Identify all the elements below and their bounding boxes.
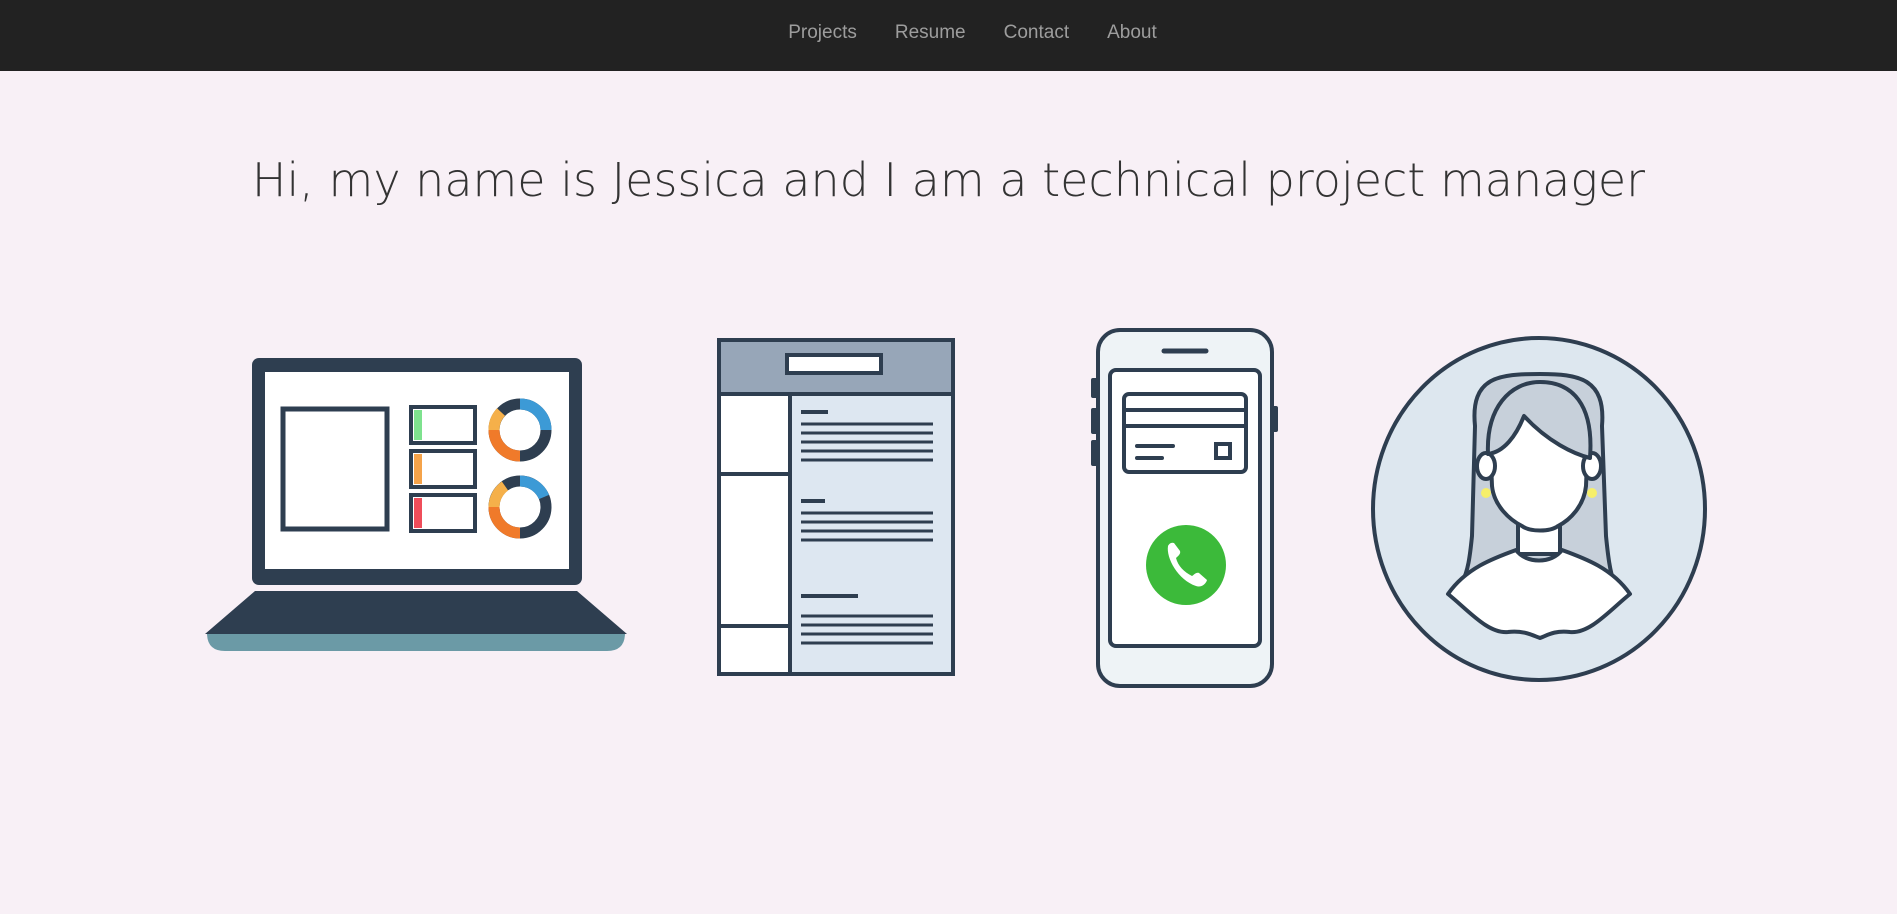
nav-link-about[interactable]: About (1107, 22, 1157, 44)
contact-tile[interactable] (1088, 326, 1278, 690)
nav-link-projects[interactable]: Projects (788, 22, 857, 44)
projects-tile[interactable] (205, 355, 629, 651)
nav-links: Projects Resume Contact About (788, 22, 1157, 44)
nav-link-resume[interactable]: Resume (895, 22, 966, 44)
resume-tile[interactable] (716, 337, 956, 677)
hero-headline: Hi, my name is Jessica and I am a techni… (251, 153, 1646, 207)
nav-link-contact[interactable]: Contact (1004, 22, 1069, 44)
woman-avatar-icon (1371, 336, 1707, 682)
phone-call-icon (1091, 328, 1278, 688)
laptop-dashboard-icon (205, 358, 627, 651)
resume-document-icon (717, 338, 955, 676)
about-tile[interactable] (1370, 336, 1710, 684)
top-navbar: Projects Resume Contact About (0, 0, 1897, 71)
